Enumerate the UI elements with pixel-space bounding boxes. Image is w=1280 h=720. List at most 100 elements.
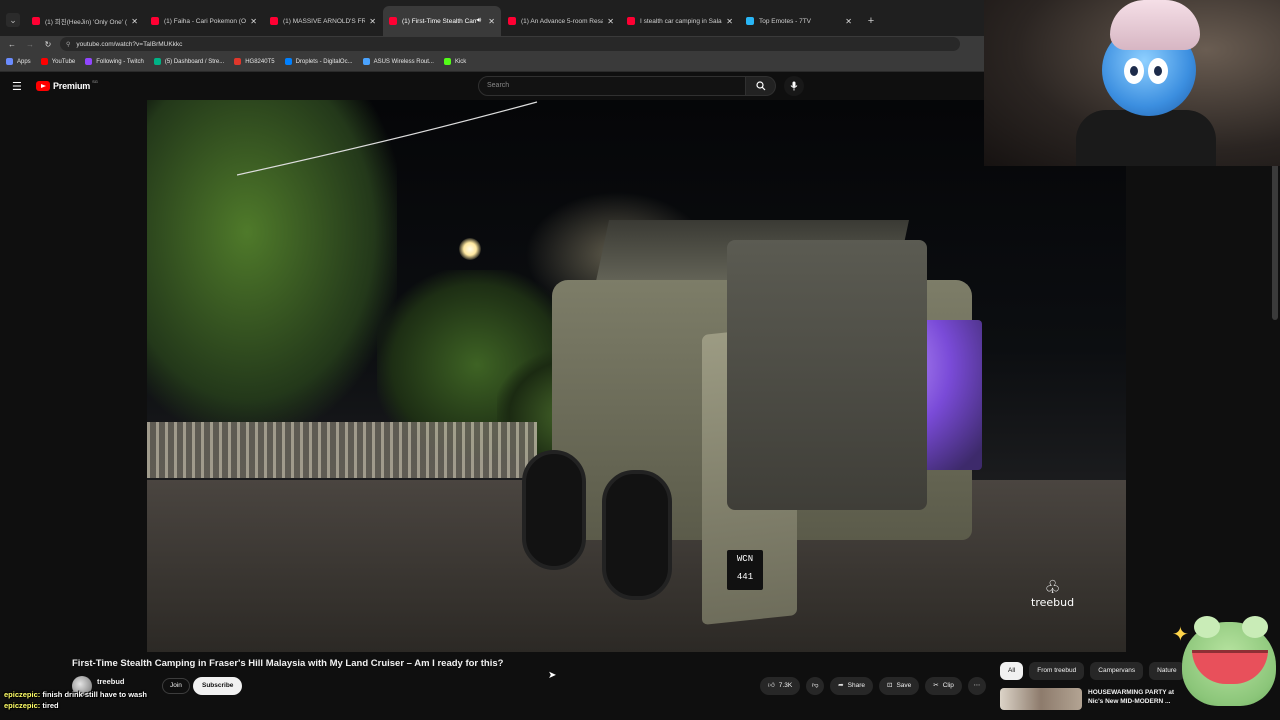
like-count: 7.3K <box>778 682 793 689</box>
tab-title: (1) An Advance 5-room Resale <box>521 17 604 25</box>
tab-title: (1) 희진(HeeJin) 'Only One' (Bo <box>45 19 128 26</box>
close-tab-icon[interactable]: ✕ <box>488 17 495 26</box>
bookmark-favicon-icon <box>234 58 242 65</box>
tree-logo-icon: ♧ <box>1044 577 1061 597</box>
close-tab-icon[interactable]: ✕ <box>131 17 138 26</box>
bookmark-item[interactable]: (5) Dashboard / Stre... <box>153 58 224 65</box>
thumbs-down-icon: 👎︎ <box>811 682 819 689</box>
favicon-icon <box>32 17 40 25</box>
filter-chip[interactable]: Campervans <box>1090 662 1144 680</box>
site-info-icon[interactable]: ⚲ <box>66 41 70 48</box>
related-filter-chips: All From treebud Campervans Nature <box>1000 662 1185 680</box>
youtube-premium-logo[interactable]: Premium SG <box>36 78 98 91</box>
bookmark-label: Following - Twitch <box>96 58 144 65</box>
back-arrow-icon[interactable]: ← <box>6 40 18 49</box>
url-field[interactable]: ⚲ youtube.com/watch?v=TaIBrMUKkkc <box>60 37 960 51</box>
close-tab-icon[interactable]: ✕ <box>607 17 614 26</box>
save-label: Save <box>896 682 912 689</box>
bookmark-label: YouTube <box>51 58 76 65</box>
tab-strip: (1) 희진(HeeJin) 'Only One' (Bo ✕ (1) Faiha … <box>26 6 859 36</box>
share-button[interactable]: ➦ Share <box>830 677 873 695</box>
country-code: SG <box>92 78 98 84</box>
smurf-eye-left <box>1124 58 1144 84</box>
scissors-icon: ✂ <box>933 682 939 689</box>
bookmark-favicon-icon <box>85 58 93 65</box>
browser-tab[interactable]: (1) An Advance 5-room Resale ✕ <box>502 6 620 36</box>
close-tab-icon[interactable]: ✕ <box>726 17 733 26</box>
channel-watermark[interactable]: ♧ treebud <box>1031 578 1074 609</box>
frog-eye-left <box>1194 616 1220 638</box>
browser-tab[interactable]: (1) 희진(HeeJin) 'Only One' (Bo ✕ <box>26 6 144 36</box>
tab-title: Top Emotes - 7TV <box>759 17 812 25</box>
bookmark-item[interactable]: Kick <box>443 58 466 65</box>
browser-tab[interactable]: (1) MASSIVE ARNOLD'S FRIED✕ <box>264 6 382 36</box>
close-tab-icon[interactable]: ✕ <box>250 17 257 26</box>
reload-icon[interactable]: ↻ <box>42 40 54 49</box>
frog-emote-overlay: ✦ <box>1172 612 1276 720</box>
close-tab-icon[interactable]: ✕ <box>845 17 852 26</box>
tab-title: (1) MASSIVE ARNOLD'S FRIED <box>283 17 366 25</box>
bookmark-label: Droplets - DigitalOc... <box>295 58 353 65</box>
filter-chip[interactable]: From treebud <box>1029 662 1085 680</box>
favicon-icon <box>151 17 159 25</box>
mouse-cursor-icon: ➤ <box>548 670 557 681</box>
favicon-icon <box>627 17 635 25</box>
browser-tab-bar: ⌄ (1) 희진(HeeJin) 'Only One' (Bo ✕ (1) Faih… <box>0 0 984 36</box>
license-plate: WCN 441 <box>727 550 763 590</box>
clip-button[interactable]: ✂ Clip <box>925 677 962 695</box>
youtube-play-icon <box>36 81 50 91</box>
filter-chip[interactable]: All <box>1000 662 1024 680</box>
new-tab-button[interactable]: + <box>863 6 879 36</box>
related-title-line-1: HOUSEWARMING PARTY at <box>1088 689 1175 696</box>
share-label: Share <box>847 682 865 689</box>
subscribe-button[interactable]: Subscribe <box>193 677 243 695</box>
close-tab-icon[interactable]: ✕ <box>369 17 376 26</box>
video-actions: 👍︎ 7.3K 👎︎ ➦ Share ⊡ Save ✂ Clip ⋯ <box>760 677 986 695</box>
bookmark-favicon-icon <box>443 58 451 65</box>
channel-name[interactable]: treebud <box>97 677 125 686</box>
save-button[interactable]: ⊡ Save <box>878 677 920 695</box>
audio-playing-icon[interactable]: 🔊︎ <box>477 17 481 25</box>
browser-tab[interactable]: I stealth car camping in Salak S ✕ <box>621 6 739 36</box>
bookmark-favicon-icon <box>284 58 292 65</box>
url-text: youtube.com/watch?v=TaIBrMUKkkc <box>76 40 183 48</box>
video-title: First-Time Stealth Camping in Fraser's H… <box>72 658 504 669</box>
related-thumbnail[interactable] <box>1000 688 1082 710</box>
like-button[interactable]: 👍︎ 7.3K <box>760 677 801 695</box>
forward-arrow-icon[interactable]: → <box>24 40 36 49</box>
fence <box>147 422 537 478</box>
browser-tab[interactable]: (1) Faiha - Cari Pokemon (Offic ✕ <box>145 6 263 36</box>
tab-search-chevron-icon[interactable]: ⌄ <box>6 13 20 27</box>
search-input[interactable]: Search <box>478 76 746 96</box>
bookmark-label: Apps <box>17 58 31 65</box>
address-bar-row: ← → ↻ ⚲ youtube.com/watch?v=TaIBrMUKkkc <box>0 36 984 52</box>
bookmark-item[interactable]: YouTube <box>40 58 76 65</box>
bookmark-item[interactable]: ASUS Wireless Rout... <box>362 58 434 65</box>
bookmark-item[interactable]: Droplets - DigitalOc... <box>284 58 353 65</box>
wheel-front <box>522 450 586 570</box>
related-video-item[interactable]: HOUSEWARMING PARTY at Nic's New MID-MODE… <box>1000 688 1180 714</box>
bookmarks-bar: Apps YouTube Following - Twitch (5) Dashboa… <box>0 52 984 72</box>
search-button[interactable] <box>746 76 776 96</box>
bookmark-item[interactable]: Apps <box>6 58 31 65</box>
more-actions-button[interactable]: ⋯ <box>967 677 986 695</box>
tab-title: (1) Faiha - Cari Pokemon (Offic <box>164 17 247 25</box>
tab-title: (1) First-Time Stealth Camp <box>402 17 477 25</box>
video-player[interactable]: WCN 441 ♧ treebud <box>147 100 1126 652</box>
thumbs-up-icon: 👍︎ <box>768 682 775 689</box>
dislike-button[interactable]: 👎︎ <box>806 677 825 695</box>
bookmark-item[interactable]: HG8240T5 <box>234 58 275 65</box>
related-title[interactable]: HOUSEWARMING PARTY at Nic's New MID-MODE… <box>1088 688 1178 714</box>
voice-search-button[interactable] <box>784 76 804 96</box>
frog-eye-right <box>1242 616 1268 638</box>
chat-username: epiczepic: <box>4 690 41 699</box>
chat-text: tired <box>42 701 59 710</box>
search-icon <box>755 81 765 91</box>
join-button[interactable]: Join <box>162 678 190 694</box>
bookmark-item[interactable]: Following - Twitch <box>85 58 144 65</box>
hamburger-menu-icon[interactable]: ☰ <box>12 80 22 93</box>
browser-tab[interactable]: (1) First-Time Stealth Camp 🔊︎ ✕ <box>383 6 501 36</box>
jersey <box>1076 110 1216 166</box>
browser-tab[interactable]: Top Emotes - 7TV ✕ <box>740 6 858 36</box>
swing-out-tailgate <box>727 240 927 510</box>
